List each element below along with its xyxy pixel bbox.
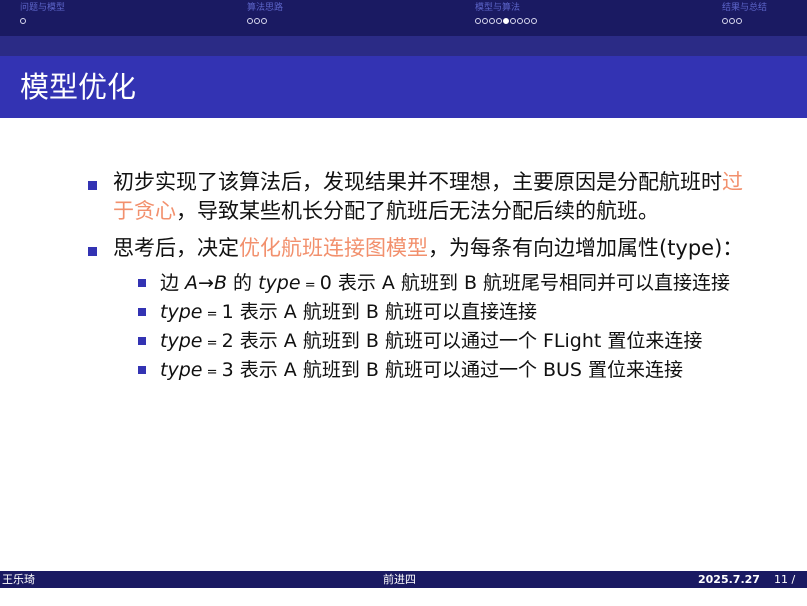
type-value: 1 xyxy=(221,301,234,323)
sub-list: 边 A→B 的 type = 0 表示 A 航班到 B 航班尾号相同并可以直接连… xyxy=(88,271,748,385)
equals-sign: = xyxy=(202,307,222,322)
math-var: A xyxy=(185,272,199,294)
arrow-icon: → xyxy=(198,272,214,294)
nav-section-problem[interactable]: 问题与模型 xyxy=(20,3,65,27)
item-text: 思考后，决定 xyxy=(113,236,239,260)
square-bullet-icon xyxy=(88,247,97,256)
sub-item: type = 2 表示 A 航班到 B 航班可以通过一个 FLight 置位来连… xyxy=(136,329,748,356)
footer-date: 2025.7.27 xyxy=(698,573,760,586)
sub-item: type = 1 表示 A 航班到 B 航班可以直接连接 xyxy=(136,300,748,327)
nav-section-title[interactable]: 算法思路 xyxy=(247,3,283,14)
math-var: type xyxy=(160,301,203,323)
equals-sign: = xyxy=(300,278,320,293)
sub-text: 边 xyxy=(160,272,186,294)
square-bullet-icon xyxy=(88,181,97,190)
equals-sign: = xyxy=(202,365,222,380)
nav-section-title[interactable]: 结果与总结 xyxy=(722,3,767,14)
footer-page-number: 11 / 19 xyxy=(774,573,796,603)
square-bullet-icon xyxy=(138,308,146,316)
item-text: ，导致某些机长分配了航班后无法分配后续的航班。 xyxy=(176,199,659,223)
math-var: type xyxy=(258,272,301,294)
nav-section-model-algorithm[interactable]: 模型与算法 xyxy=(475,3,538,27)
subsection-band xyxy=(0,36,807,56)
frame-title-bar: 模型优化 xyxy=(0,56,807,118)
sub-item: type = 3 表示 A 航班到 B 航班可以通过一个 BUS 置位来连接 xyxy=(136,358,748,385)
footer-bar: 王乐琦 前进四 2025.7.27 11 / 19 xyxy=(0,571,807,603)
math-var: B xyxy=(213,272,228,294)
nav-section-title[interactable]: 模型与算法 xyxy=(475,3,538,14)
sub-text: 表示 A 航班到 B 航班可以通过一个 BUS 置位来连接 xyxy=(233,359,684,381)
footer-team: 前进四 xyxy=(383,573,416,586)
footer-author: 王乐琦 xyxy=(2,573,35,586)
item-highlight: 优化航班连接图模型 xyxy=(239,236,428,260)
item-text: ，为每条有向边增加属性(type)： xyxy=(428,236,744,260)
type-value: 0 xyxy=(319,272,332,294)
sub-text: 表示 A 航班到 B 航班可以通过一个 FLight 置位来连接 xyxy=(233,330,703,352)
bullet-item: 思考后，决定优化航班连接图模型，为每条有向边增加属性(type)： xyxy=(88,234,748,263)
math-var: type xyxy=(160,359,203,381)
bullet-item: 初步实现了该算法后，发现结果并不理想，主要原因是分配航班时过于贪心，导致某些机长… xyxy=(88,168,748,226)
equals-sign: = xyxy=(202,336,222,351)
nav-section-title[interactable]: 问题与模型 xyxy=(20,3,65,14)
nav-section-algorithm-idea[interactable]: 算法思路 xyxy=(247,3,283,27)
sub-text: 表示 A 航班到 B 航班可以直接连接 xyxy=(233,301,537,323)
frame-title: 模型优化 xyxy=(20,70,137,104)
sub-text: 表示 A 航班到 B 航班尾号相同并可以直接连接 xyxy=(331,272,731,294)
nav-progress-dots[interactable] xyxy=(20,16,65,27)
nav-section-results[interactable]: 结果与总结 xyxy=(722,3,767,27)
nav-progress-dots[interactable] xyxy=(722,16,767,27)
slide-body: 初步实现了该算法后，发现结果并不理想，主要原因是分配航班时过于贪心，导致某些机长… xyxy=(88,168,748,387)
nav-progress-dots[interactable] xyxy=(247,16,283,27)
type-value: 2 xyxy=(221,330,234,352)
navigation-bar: 问题与模型 算法思路 模型与算法 结果与总结 xyxy=(0,0,807,36)
nav-progress-dots[interactable] xyxy=(475,16,538,27)
type-value: 3 xyxy=(221,359,234,381)
math-var: type xyxy=(160,330,203,352)
square-bullet-icon xyxy=(138,366,146,374)
sub-item: 边 A→B 的 type = 0 表示 A 航班到 B 航班尾号相同并可以直接连… xyxy=(136,271,748,298)
square-bullet-icon xyxy=(138,279,146,287)
sub-text: 的 xyxy=(227,272,259,294)
square-bullet-icon xyxy=(138,337,146,345)
item-text: 初步实现了该算法后，发现结果并不理想，主要原因是分配航班时 xyxy=(113,170,722,194)
